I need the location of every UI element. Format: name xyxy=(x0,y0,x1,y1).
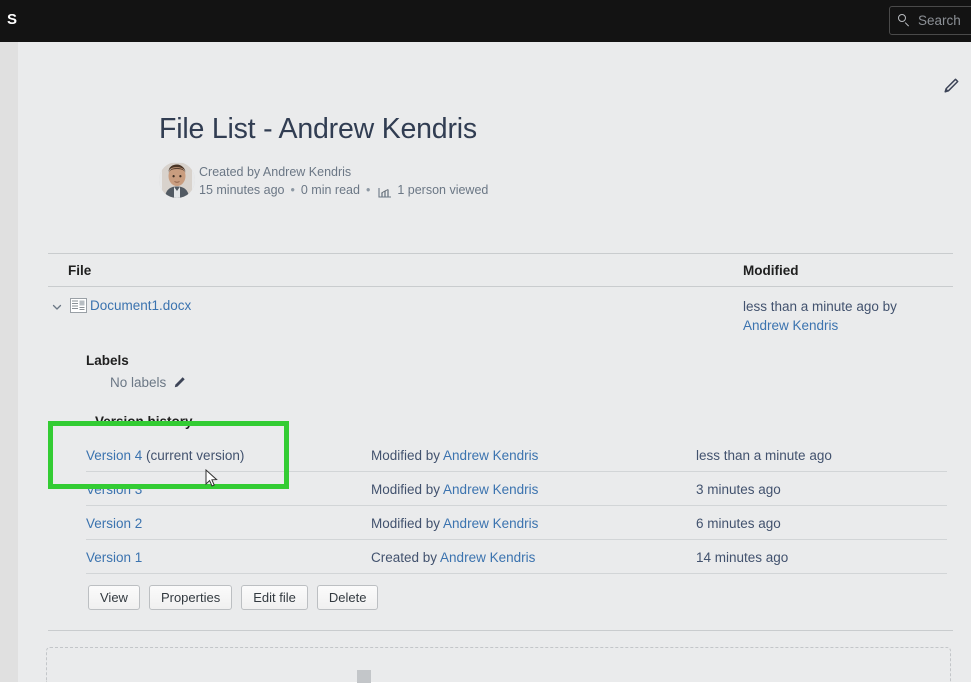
chart-icon[interactable] xyxy=(378,186,392,197)
dropzone-placeholder-icon xyxy=(357,670,371,683)
byline-time-ago: 15 minutes ago xyxy=(199,182,284,198)
version-action-2: Modified by xyxy=(371,516,443,531)
site-logo[interactable]: S xyxy=(7,10,17,30)
version-link-2[interactable]: Version 2 xyxy=(86,515,142,532)
edit-file-button[interactable]: Edit file xyxy=(241,585,308,610)
version-when-1: 14 minutes ago xyxy=(696,549,788,566)
file-table-header: File Modified xyxy=(48,253,953,287)
byline-separator-2: • xyxy=(366,182,370,198)
version-link-4[interactable]: Version 4 (current version) xyxy=(86,447,244,464)
chevron-down-icon[interactable] xyxy=(50,300,64,314)
version-when-4: less than a minute ago xyxy=(696,447,832,464)
version-author-link-2[interactable]: Andrew Kendris xyxy=(443,516,538,531)
delete-button[interactable]: Delete xyxy=(317,585,379,610)
byline: Created by Andrew Kendris 15 minutes ago… xyxy=(159,162,659,202)
version-when-3: 3 minutes ago xyxy=(696,481,781,498)
byline-views: 1 person viewed xyxy=(397,182,488,198)
table-row: Document1.docx less than a minute ago by… xyxy=(48,294,953,344)
version-history-heading: Version history xyxy=(95,413,193,430)
version-link-1[interactable]: Version 1 xyxy=(86,549,142,566)
properties-button[interactable]: Properties xyxy=(149,585,232,610)
file-name-link[interactable]: Document1.docx xyxy=(90,297,191,315)
byline-created-by: Created by Andrew Kendris xyxy=(199,164,351,180)
file-modified-when: less than a minute ago by xyxy=(743,299,897,314)
byline-read-time: 0 min read xyxy=(301,182,360,198)
version-author-cell-3: Modified by Andrew Kendris xyxy=(371,481,538,498)
version-label-3: Version 3 xyxy=(86,482,142,497)
column-header-modified: Modified xyxy=(743,262,799,279)
file-modified-cell: less than a minute ago by Andrew Kendris xyxy=(743,297,963,335)
word-document-icon xyxy=(70,298,87,313)
file-action-buttons: View Properties Edit file Delete xyxy=(88,585,378,610)
version-row-4: Version 4 (current version) Modified by … xyxy=(86,438,947,472)
search-icon xyxy=(898,14,911,27)
version-action-1: Created by xyxy=(371,550,440,565)
labels-value-text: No labels xyxy=(110,374,166,391)
version-action-3: Modified by xyxy=(371,482,443,497)
section-divider xyxy=(48,630,953,631)
byline-separator-1: • xyxy=(290,182,294,198)
pencil-icon xyxy=(941,76,961,96)
view-button[interactable]: View xyxy=(88,585,140,610)
version-row-2: Version 2 Modified by Andrew Kendris 6 m… xyxy=(86,506,947,540)
version-label-4: Version 4 xyxy=(86,448,142,463)
byline-meta: 15 minutes ago • 0 min read • 1 person v… xyxy=(199,182,488,198)
version-author-link-1[interactable]: Andrew Kendris xyxy=(440,550,535,565)
file-dropzone[interactable] xyxy=(46,647,951,682)
version-author-cell-1: Created by Andrew Kendris xyxy=(371,549,535,566)
search-placeholder-text: Search xyxy=(918,13,961,29)
search-input[interactable]: Search xyxy=(889,6,971,35)
version-label-2: Version 2 xyxy=(86,516,142,531)
version-row-3: Version 3 Modified by Andrew Kendris 3 m… xyxy=(86,472,947,506)
version-current-tag: (current version) xyxy=(142,448,244,463)
version-when-2: 6 minutes ago xyxy=(696,515,781,532)
edit-page-pencil-icon[interactable] xyxy=(941,76,961,96)
edit-labels-pencil-icon[interactable] xyxy=(173,376,186,389)
page-title: File List - Andrew Kendris xyxy=(159,112,477,146)
avatar-photo xyxy=(159,162,195,198)
version-label-1: Version 1 xyxy=(86,550,142,565)
version-author-cell-2: Modified by Andrew Kendris xyxy=(371,515,538,532)
version-row-1: Version 1 Created by Andrew Kendris 14 m… xyxy=(86,540,947,574)
version-link-3[interactable]: Version 3 xyxy=(86,481,142,498)
version-action-4: Modified by xyxy=(371,448,443,463)
file-modified-by-link[interactable]: Andrew Kendris xyxy=(743,318,838,333)
top-navigation-bar: S Search xyxy=(0,0,971,42)
version-history-table: Version 4 (current version) Modified by … xyxy=(86,438,947,574)
avatar xyxy=(159,162,195,198)
version-author-link-3[interactable]: Andrew Kendris xyxy=(443,482,538,497)
labels-value: No labels xyxy=(110,374,186,391)
version-author-link-4[interactable]: Andrew Kendris xyxy=(443,448,538,463)
version-author-cell-4: Modified by Andrew Kendris xyxy=(371,447,538,464)
labels-heading: Labels xyxy=(86,352,129,369)
column-header-file: File xyxy=(68,262,91,279)
left-sidebar-strip xyxy=(0,42,18,682)
